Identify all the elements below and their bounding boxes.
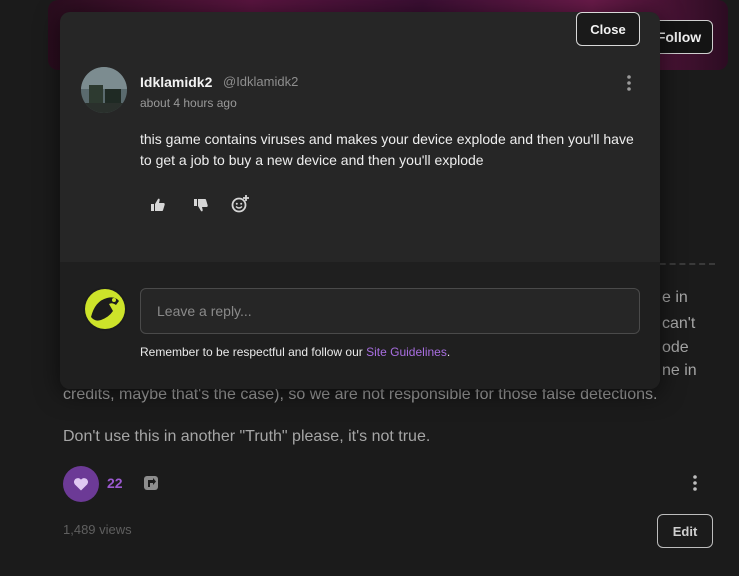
share-icon[interactable] bbox=[142, 474, 160, 492]
guidelines-suffix: . bbox=[446, 345, 451, 359]
post-text-fragment: e in bbox=[662, 289, 688, 306]
reply-input[interactable] bbox=[140, 288, 640, 334]
comment-handle: @Idklamidk2 bbox=[223, 74, 299, 89]
edit-button[interactable]: Edit bbox=[657, 514, 713, 548]
site-guidelines-link[interactable]: Site Guidelines bbox=[366, 345, 447, 359]
like-button[interactable] bbox=[63, 466, 99, 502]
comment-timestamp: about 4 hours ago bbox=[140, 96, 237, 110]
comment-username[interactable]: Idklamidk2 bbox=[140, 74, 212, 90]
current-user-avatar-image bbox=[83, 287, 127, 331]
thumbs-down-icon[interactable] bbox=[192, 196, 210, 214]
guidelines-text: Remember to be respectful and follow our bbox=[140, 345, 367, 359]
add-reaction-icon[interactable] bbox=[230, 194, 250, 214]
kebab-menu-icon[interactable] bbox=[688, 474, 702, 492]
view-count: 1,489 views bbox=[63, 522, 132, 537]
close-button[interactable]: Close bbox=[576, 12, 640, 46]
thumbs-up-icon[interactable] bbox=[149, 196, 167, 214]
avatar bbox=[83, 287, 127, 331]
heart-icon bbox=[73, 478, 89, 491]
post-text-fragment: ode bbox=[662, 339, 689, 356]
kebab-menu-icon[interactable] bbox=[622, 74, 636, 92]
guidelines-notice: Remember to be respectful and follow our… bbox=[140, 345, 450, 359]
like-count: 22 bbox=[107, 475, 123, 491]
comment-text: this game contains viruses and makes you… bbox=[140, 131, 634, 168]
avatar[interactable] bbox=[81, 67, 127, 113]
avatar-image bbox=[81, 67, 127, 113]
post-text-fragment: ne in bbox=[662, 362, 697, 379]
post-text-fragment: can't bbox=[662, 315, 696, 332]
post-text-paragraph: Don't use this in another "Truth" please… bbox=[63, 428, 431, 445]
